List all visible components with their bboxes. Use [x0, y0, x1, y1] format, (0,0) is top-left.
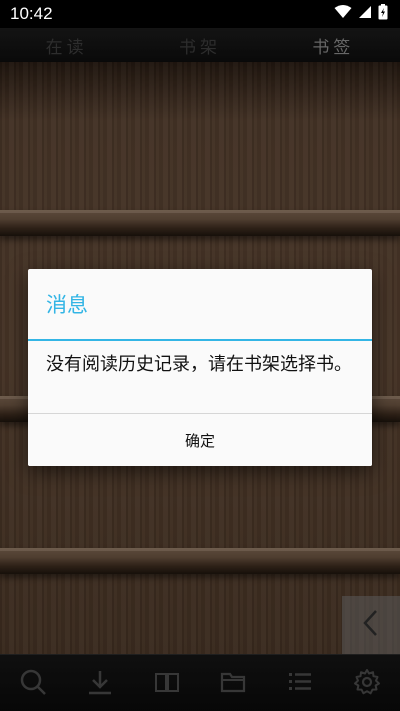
status-bar: 10:42 [0, 0, 400, 28]
status-icons [334, 3, 388, 25]
dialog-message: 没有阅读历史记录，请在书架选择书。 [46, 354, 352, 375]
app-screen: 10:42 在读 书架 书签 消息 没有阅读历史记录，请在书架选择书。 确定 [0, 0, 400, 711]
message-dialog: 消息 没有阅读历史记录，请在书架选择书。 确定 [28, 269, 372, 466]
signal-icon [358, 4, 372, 24]
status-time: 10:42 [10, 4, 53, 23]
battery-icon [378, 3, 388, 25]
confirm-button[interactable]: 确定 [28, 414, 372, 466]
wifi-icon [334, 4, 352, 24]
dialog-title: 消息 [28, 269, 372, 341]
